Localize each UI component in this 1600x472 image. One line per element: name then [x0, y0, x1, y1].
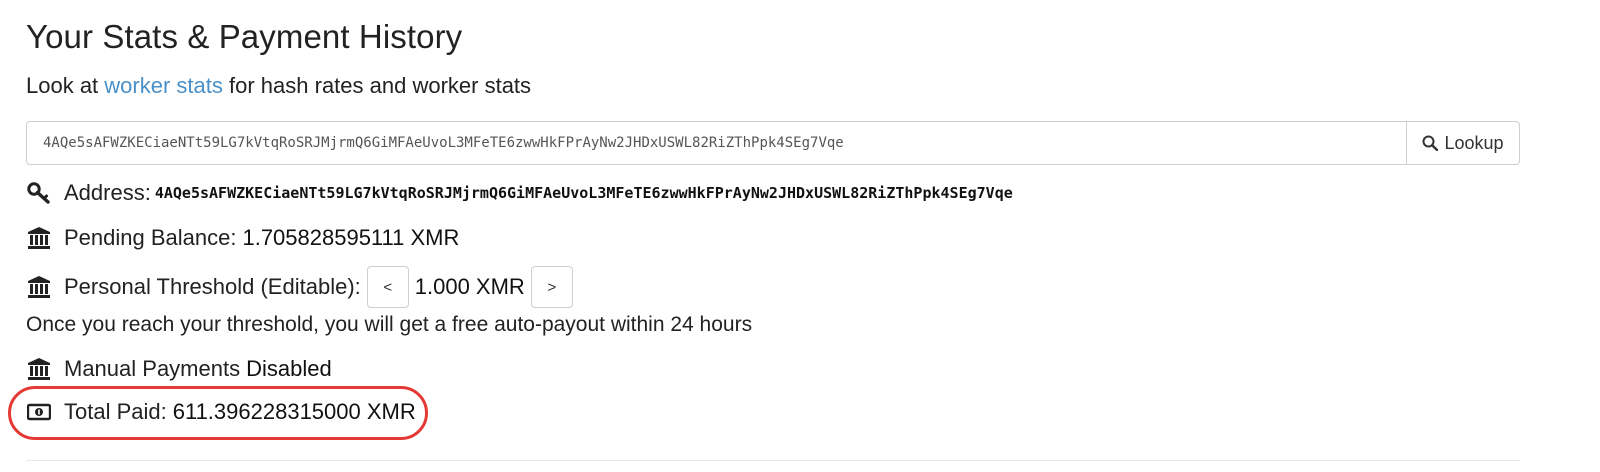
threshold-value: 1.000 XMR	[414, 274, 525, 299]
pending-balance-label: Pending Balance:	[64, 225, 237, 250]
manual-payments-value: Disabled	[246, 356, 332, 381]
worker-stats-link[interactable]: worker stats	[104, 73, 223, 98]
total-paid-value: 611.396228315000 XMR	[172, 399, 416, 424]
threshold-row: Personal Threshold (Editable): < 1.000 X…	[26, 266, 579, 308]
manual-payments-label: Manual Payments	[64, 356, 241, 381]
threshold-note: Once you reach your threshold, you will …	[26, 313, 753, 336]
threshold-label: Personal Threshold (Editable):	[64, 274, 361, 299]
address-row: Address: 4AQe5sAFWZKECiaeNTt59LG7kVtqRoS…	[26, 180, 1013, 206]
lookup-button[interactable]: Lookup	[1406, 121, 1520, 165]
threshold-decrease-button[interactable]: <	[366, 266, 409, 308]
manual-payments-row: Manual Payments Disabled	[26, 356, 332, 382]
search-icon	[1422, 135, 1439, 151]
page-title: Your Stats & Payment History	[26, 18, 463, 55]
money-bill-icon	[26, 400, 52, 424]
bank-icon	[26, 275, 52, 299]
address-input[interactable]	[26, 121, 1406, 165]
total-paid-row: Total Paid: 611.396228315000 XMR	[26, 399, 416, 425]
subtitle-suffix: for hash rates and worker stats	[229, 73, 532, 98]
threshold-increase-button[interactable]: >	[530, 266, 573, 308]
pending-balance-row: Pending Balance: 1.705828595111 XMR	[26, 225, 459, 251]
bank-icon	[26, 226, 52, 250]
pending-balance-value: 1.705828595111 XMR	[242, 225, 460, 250]
key-icon	[26, 181, 52, 205]
section-divider	[26, 460, 1520, 461]
page-subtitle: Look at worker stats for hash rates and …	[26, 73, 531, 99]
address-label: Address:	[64, 180, 151, 205]
subtitle-prefix: Look at	[26, 73, 99, 98]
total-paid-label: Total Paid:	[64, 399, 167, 424]
address-value: 4AQe5sAFWZKECiaeNTt59LG7kVtqRoSRJMjrmQ6G…	[154, 184, 1013, 202]
bank-icon	[26, 357, 52, 381]
address-lookup: Lookup	[26, 121, 1520, 165]
lookup-button-label: Lookup	[1444, 132, 1504, 153]
